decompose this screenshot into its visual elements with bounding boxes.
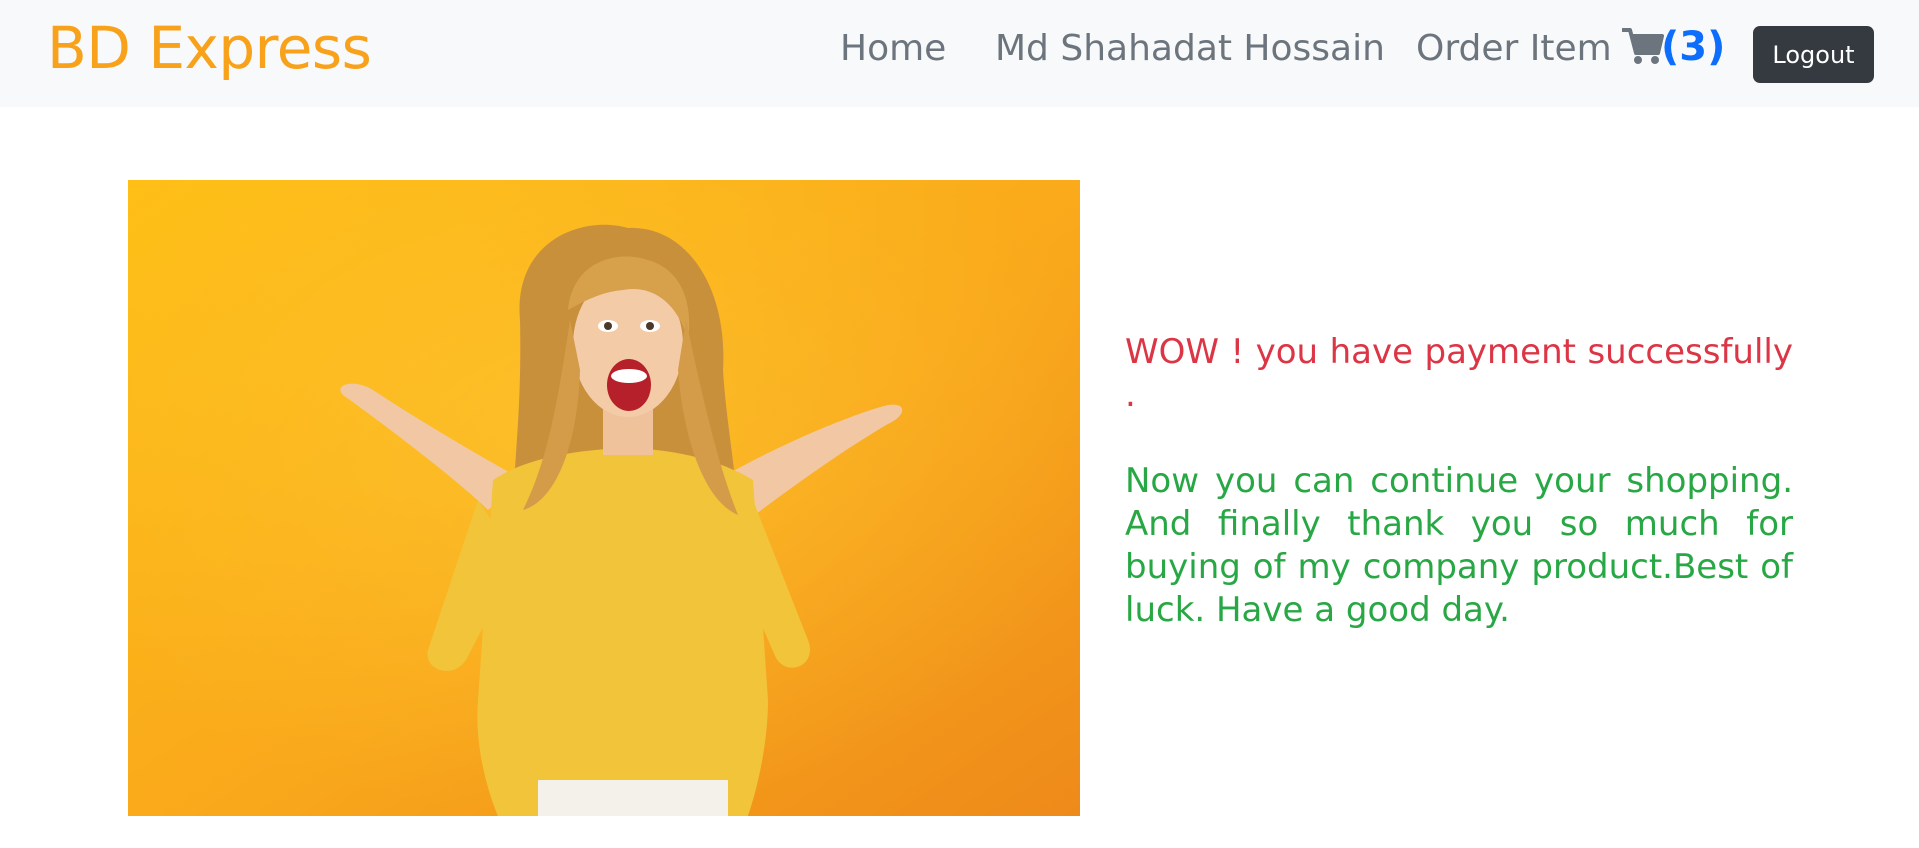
brand-logo[interactable]: BD Express [47,14,372,82]
cart-count-badge[interactable]: (3) [1661,24,1725,70]
thank-you-message: Now you can continue your shopping. And … [1125,461,1793,630]
cart-icon[interactable] [1622,26,1664,66]
logout-button[interactable]: Logout [1753,26,1874,83]
navbar: BD Express Home Md Shahadat Hossain Orde… [0,0,1919,107]
nav-order-item-link[interactable]: Order Item [1416,28,1612,69]
nav-user-link[interactable]: Md Shahadat Hossain [995,28,1385,69]
payment-success-message: WOW ! you have payment successfully . [1125,332,1793,415]
nav-home-link[interactable]: Home [840,28,946,69]
excited-woman-photo [128,180,1080,816]
